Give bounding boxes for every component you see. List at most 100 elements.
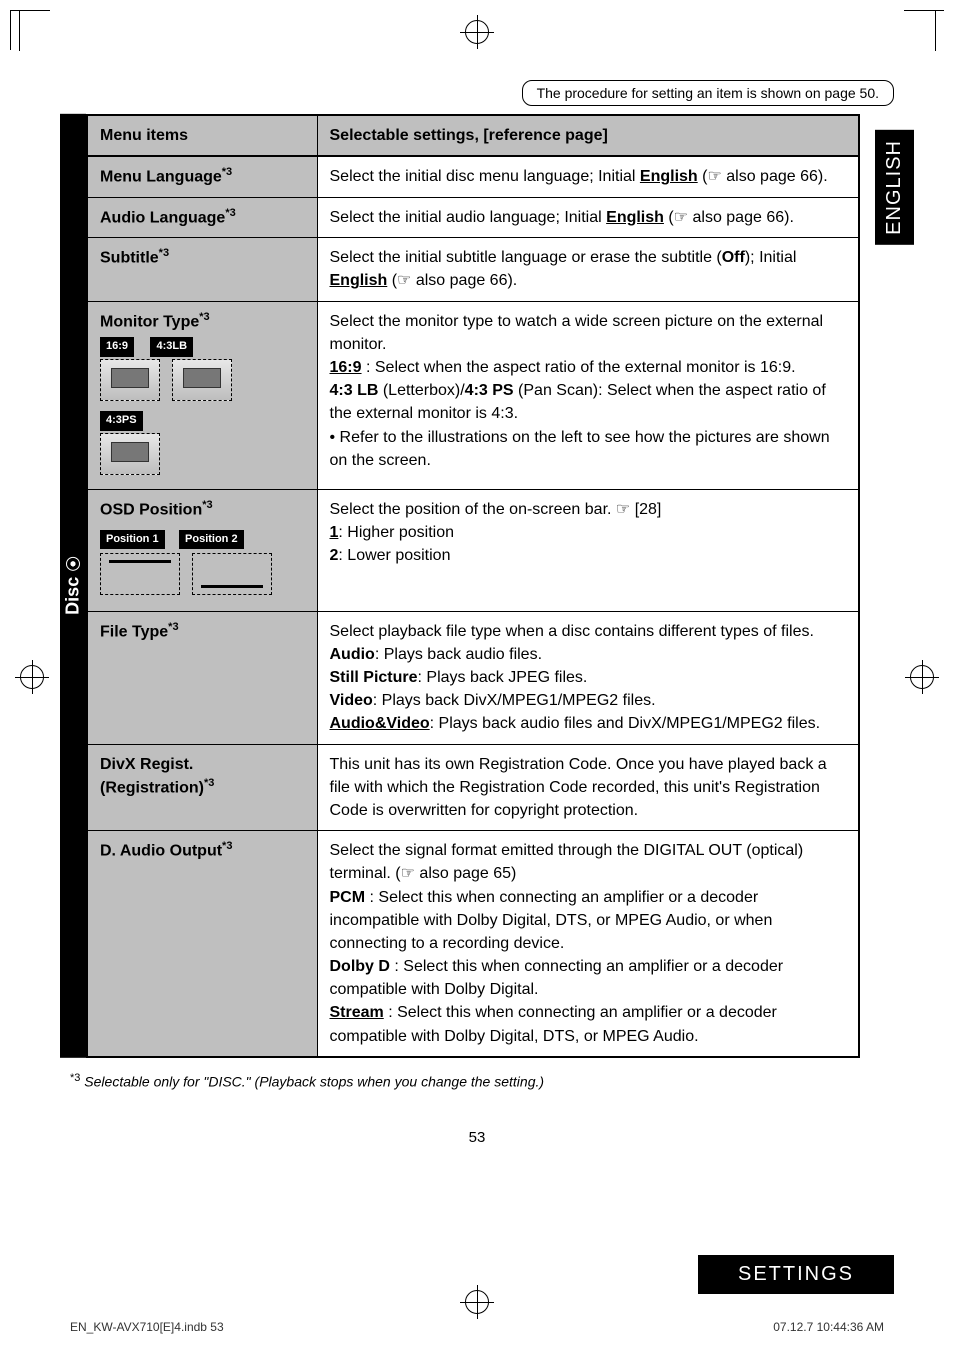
header-menu-items: Menu items: [87, 115, 317, 156]
disc-icon: [66, 557, 80, 571]
text: : Select this when connecting an amplifi…: [330, 958, 784, 998]
option-still-picture: Still Picture: [330, 669, 418, 686]
registration-mark-left: [20, 665, 44, 689]
language-tab: ENGLISH: [875, 130, 914, 245]
text: (☞ also page 66).: [664, 209, 794, 226]
text: : Higher position: [338, 524, 454, 541]
print-footer: EN_KW-AVX710[E]4.indb 53 07.12.7 10:44:3…: [70, 1320, 884, 1334]
row-value: Select playback file type when a disc co…: [317, 611, 859, 744]
footnote-ref: *3: [222, 166, 232, 178]
text: Select the signal format emitted through…: [330, 842, 804, 882]
table-row: DivX Regist. (Registration)*3 This unit …: [87, 744, 859, 831]
registration-mark-right: [910, 665, 934, 689]
table-header-row: Menu items Selectable settings, [referen…: [87, 115, 859, 156]
text: : Plays back JPEG files.: [418, 669, 588, 686]
option-stream: Stream: [330, 1004, 384, 1021]
footnote-ref: *3: [225, 207, 235, 219]
label: Menu Language: [100, 169, 222, 186]
label: DivX Regist. (Registration): [100, 756, 204, 797]
monitor-thumb-43ps: [100, 433, 160, 475]
text: : Select this when connecting an amplifi…: [330, 1004, 777, 1044]
text: Select playback file type when a disc co…: [330, 623, 814, 640]
option-169: 16:9: [330, 359, 362, 376]
registration-mark-bottom: [465, 1290, 489, 1314]
option-video: Video: [330, 692, 373, 709]
text: Select the initial audio language; Initi…: [330, 209, 607, 226]
initial-value: English: [330, 272, 388, 289]
ratio-label-43lb: 4:3LB: [150, 337, 193, 357]
option-dolby-d: Dolby D: [330, 958, 390, 975]
row-key-file-type: File Type*3: [87, 611, 317, 744]
label: OSD Position: [100, 501, 202, 518]
cropmark-tl: [10, 10, 50, 50]
text: Select the initial subtitle language or …: [330, 249, 722, 266]
table-row: Subtitle*3 Select the initial subtitle l…: [87, 238, 859, 301]
ratio-label-43ps: 4:3PS: [100, 411, 143, 431]
footer-left: EN_KW-AVX710[E]4.indb 53: [70, 1320, 224, 1334]
table-row: Monitor Type*3 16:9 4:3LB 4:3PS Select t…: [87, 301, 859, 489]
ratio-label-169: 16:9: [100, 337, 134, 357]
settings-tab: SETTINGS: [698, 1255, 894, 1294]
row-key-subtitle: Subtitle*3: [87, 238, 317, 301]
section-side-label: Disc: [60, 114, 86, 1058]
settings-table: Menu items Selectable settings, [referen…: [86, 114, 860, 1058]
footnote-ref: *3: [222, 840, 232, 852]
label: Audio Language: [100, 209, 225, 226]
row-key-d-audio-output: D. Audio Output*3: [87, 831, 317, 1057]
text: Select the initial disc menu language; I…: [330, 168, 640, 185]
footnote-ref: *3: [168, 621, 178, 633]
footer-right: 07.12.7 10:44:36 AM: [773, 1320, 884, 1334]
footnote: *3 Selectable only for "DISC." (Playback…: [70, 1072, 894, 1090]
initial-value: English: [606, 209, 664, 226]
option-43ps: 4:3 PS: [465, 382, 514, 399]
table-row: Menu Language*3 Select the initial disc …: [87, 156, 859, 197]
option-43lb: 4:3 LB: [330, 382, 379, 399]
footnote-ref: *3: [199, 311, 209, 323]
label: Subtitle: [100, 250, 159, 267]
table-row: Audio Language*3 Select the initial audi…: [87, 197, 859, 238]
position-1-label: Position 1: [100, 530, 165, 550]
text: : Select when the aspect ratio of the ex…: [362, 359, 796, 376]
label: Monitor Type: [100, 313, 199, 330]
text: (☞ also page 66).: [387, 272, 517, 289]
row-value: Select the initial audio language; Initi…: [317, 197, 859, 238]
position-2-thumb: [192, 553, 272, 595]
position-2-label: Position 2: [179, 530, 244, 550]
text: : Select this when connecting an amplifi…: [330, 889, 773, 952]
table-row: OSD Position*3 Position 1 Position 2 Sel…: [87, 489, 859, 611]
text: Select the position of the on-screen bar…: [330, 501, 662, 518]
option-audio: Audio: [330, 646, 375, 663]
table-row: File Type*3 Select playback file type wh…: [87, 611, 859, 744]
header-settings: Selectable settings, [reference page]: [317, 115, 859, 156]
row-value: Select the initial disc menu language; I…: [317, 156, 859, 197]
registration-mark-top: [465, 20, 489, 44]
text: Select the monitor type to watch a wide …: [330, 313, 824, 353]
row-key-osd-position: OSD Position*3 Position 1 Position 2: [87, 489, 317, 611]
table-row: D. Audio Output*3 Select the signal form…: [87, 831, 859, 1057]
row-key-menu-language: Menu Language*3: [87, 156, 317, 197]
text: : Plays back audio files and DivX/MPEG1/…: [430, 715, 820, 732]
row-key-monitor-type: Monitor Type*3 16:9 4:3LB 4:3PS: [87, 301, 317, 489]
row-value: Select the monitor type to watch a wide …: [317, 301, 859, 489]
procedure-note: The procedure for setting an item is sho…: [522, 80, 894, 106]
label: D. Audio Output: [100, 842, 222, 859]
text: : Plays back audio files.: [375, 646, 542, 663]
bullet-text: • Refer to the illustrations on the left…: [330, 429, 830, 469]
footnote-ref: *3: [202, 499, 212, 511]
row-key-divx-regist: DivX Regist. (Registration)*3: [87, 744, 317, 831]
option-pcm: PCM: [330, 889, 366, 906]
text: ); Initial: [745, 249, 797, 266]
footnote-marker: *3: [70, 1072, 80, 1084]
side-label-text: Disc: [63, 577, 84, 615]
row-value: Select the position of the on-screen bar…: [317, 489, 859, 611]
cropmark-tr: [904, 10, 944, 50]
label: File Type: [100, 623, 168, 640]
off-label: Off: [722, 249, 745, 266]
text: : Plays back DivX/MPEG1/MPEG2 files.: [373, 692, 656, 709]
row-key-audio-language: Audio Language*3: [87, 197, 317, 238]
footnote-ref: *3: [159, 247, 169, 259]
monitor-thumb-43lb: [172, 359, 232, 401]
monitor-thumb-169: [100, 359, 160, 401]
row-value: Select the initial subtitle language or …: [317, 238, 859, 301]
text: (Letterbox)/: [378, 382, 464, 399]
